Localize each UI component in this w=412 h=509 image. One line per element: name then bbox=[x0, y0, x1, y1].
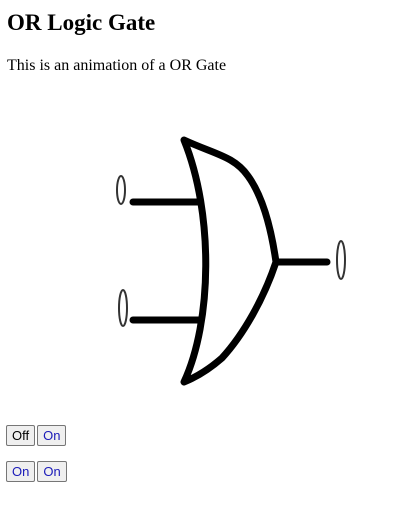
input-a-on-button[interactable]: On bbox=[37, 425, 67, 446]
input-a-controls: Off On bbox=[6, 425, 68, 447]
or-gate-diagram bbox=[116, 136, 346, 386]
output-indicator bbox=[336, 240, 346, 280]
input-a-indicator bbox=[116, 175, 126, 205]
page-title: OR Logic Gate bbox=[7, 10, 156, 35]
input-b-on-button-2[interactable]: On bbox=[37, 461, 67, 482]
input-b-indicator bbox=[118, 289, 128, 327]
input-b-on-button-1[interactable]: On bbox=[6, 461, 36, 482]
page-description: This is an animation of a OR Gate bbox=[7, 57, 227, 74]
or-gate-body bbox=[180, 136, 280, 386]
input-a-off-button[interactable]: Off bbox=[6, 425, 36, 446]
input-b-controls: On On bbox=[6, 461, 69, 483]
